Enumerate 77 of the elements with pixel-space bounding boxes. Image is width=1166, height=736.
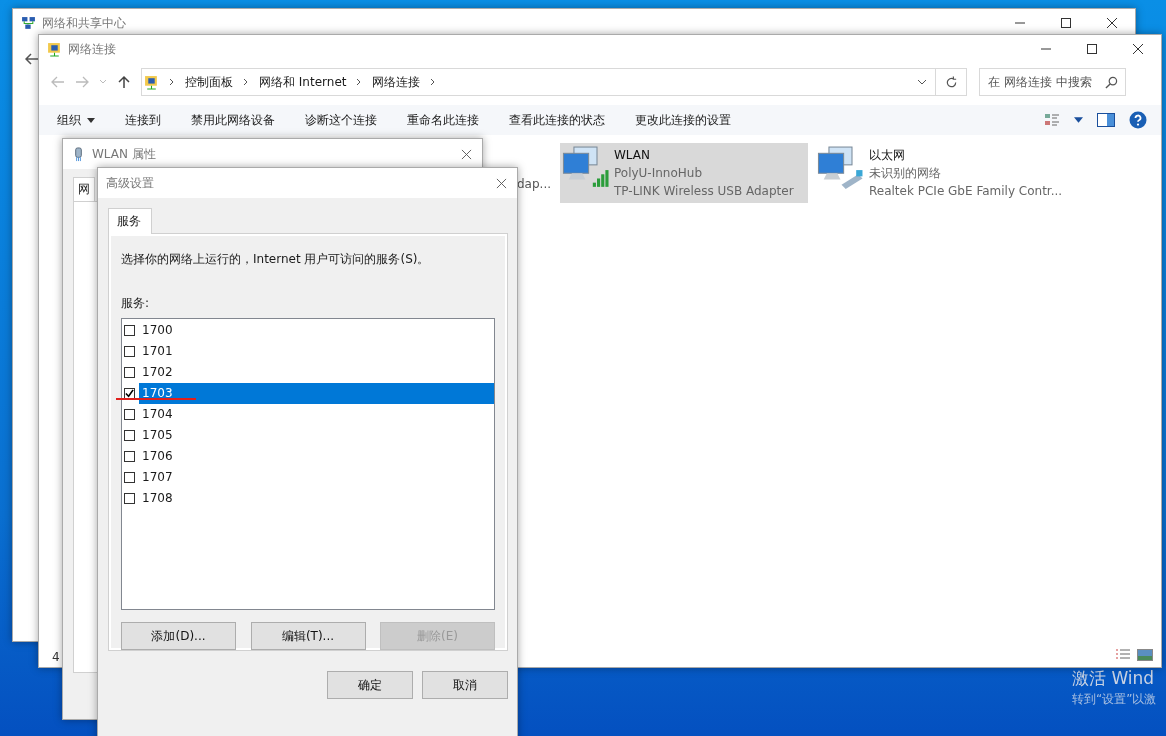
back-arrow-icon[interactable] bbox=[25, 53, 39, 65]
dialog-tab[interactable]: 网 bbox=[73, 177, 95, 202]
network-status: PolyU-InnoHub bbox=[614, 165, 704, 182]
activation-hint: 转到“设置”以激 bbox=[1072, 691, 1157, 708]
adapter-name: Realtek PCIe GbE Family Contr... bbox=[869, 183, 1063, 200]
connection-item[interactable]: 以太网 未识别的网络 Realtek PCIe GbE Family Contr... bbox=[815, 143, 1077, 203]
checkbox[interactable] bbox=[124, 367, 135, 378]
service-item[interactable]: 1703 bbox=[139, 383, 494, 404]
dialog-button[interactable]: 取消 bbox=[422, 671, 508, 699]
thumbnail-view-icon[interactable] bbox=[1137, 649, 1153, 661]
close-button[interactable] bbox=[461, 148, 472, 160]
toolbar-command[interactable]: 禁用此网络设备 bbox=[191, 111, 275, 129]
search-icon bbox=[1105, 76, 1118, 89]
checkbox[interactable] bbox=[124, 493, 135, 504]
checkbox[interactable] bbox=[124, 430, 135, 441]
checkbox[interactable] bbox=[124, 325, 135, 336]
checkbox[interactable] bbox=[124, 409, 135, 420]
chevron-icon bbox=[169, 78, 175, 86]
service-item[interactable]: 1702 bbox=[139, 362, 494, 383]
description-text: 选择你的网络上运行的，Internet 用户可访问的服务(S)。 bbox=[121, 251, 431, 268]
dialog-tab[interactable]: 服务 bbox=[108, 208, 152, 234]
wifi-adapter-icon bbox=[562, 146, 610, 190]
organize-menu[interactable]: 组织 bbox=[57, 111, 95, 129]
chevron-icon bbox=[243, 78, 249, 86]
service-item[interactable]: 1705 bbox=[139, 425, 494, 446]
checkbox[interactable] bbox=[124, 472, 135, 483]
network-folder-icon bbox=[144, 74, 159, 90]
connection-name: 以太网 bbox=[869, 147, 906, 164]
item-count: 4 bbox=[52, 650, 60, 664]
connection-name: WLAN bbox=[614, 147, 651, 164]
list-label: 服务: bbox=[121, 295, 151, 312]
network-folder-icon bbox=[47, 41, 62, 57]
service-item[interactable]: 1700 bbox=[139, 320, 494, 341]
address-bar[interactable]: 控制面板 网络和 Internet 网络连接 bbox=[141, 68, 936, 96]
dropdown-caret-icon[interactable] bbox=[1074, 117, 1083, 123]
chevron-icon bbox=[430, 78, 437, 86]
service-item[interactable]: 1701 bbox=[139, 341, 494, 362]
search-field[interactable]: 在 网络连接 中搜索 bbox=[979, 68, 1126, 96]
toolbar-command[interactable]: 连接到 bbox=[125, 111, 161, 129]
window-title: 网络和共享中心 bbox=[42, 14, 126, 32]
toolbar-command[interactable]: 重命名此连接 bbox=[407, 111, 479, 129]
up-arrow-icon[interactable] bbox=[117, 75, 131, 89]
checkbox[interactable] bbox=[124, 451, 135, 462]
checkbox[interactable] bbox=[124, 346, 135, 357]
dialog-button[interactable]: 添加(D)... bbox=[121, 622, 236, 650]
help-icon[interactable] bbox=[1129, 111, 1147, 129]
dialog-button[interactable]: 编辑(T)... bbox=[250, 622, 366, 650]
toolbar-command[interactable]: 查看此连接的状态 bbox=[509, 111, 605, 129]
ethernet-adapter-icon bbox=[817, 146, 865, 190]
dialog-title: 高级设置 bbox=[106, 174, 154, 192]
refresh-icon bbox=[944, 75, 958, 89]
toolbar-command[interactable]: 更改此连接的设置 bbox=[635, 111, 731, 129]
service-item[interactable]: 1704 bbox=[139, 404, 494, 425]
chevron-icon bbox=[356, 78, 363, 86]
activation-title: 激活 Wind bbox=[1072, 667, 1156, 690]
service-item[interactable]: 1706 bbox=[139, 446, 494, 467]
breadcrumb-item[interactable]: 网络连接 bbox=[372, 73, 421, 91]
caret-icon bbox=[87, 117, 95, 123]
service-item[interactable]: 1707 bbox=[139, 467, 494, 488]
service-item[interactable]: 1708 bbox=[139, 488, 494, 509]
connection-item[interactable]: WLAN PolyU-InnoHub TP-LINK Wireless USB Adapter bbox=[560, 143, 808, 203]
refresh-button[interactable] bbox=[935, 68, 967, 96]
preview-pane-icon[interactable] bbox=[1097, 113, 1115, 127]
dropdown-caret-icon[interactable] bbox=[917, 79, 927, 85]
adapter-name: TP-LINK Wireless USB Adapter bbox=[614, 183, 794, 200]
window-title: 网络连接 bbox=[68, 40, 116, 58]
checkbox[interactable] bbox=[124, 388, 135, 399]
view-options-icon[interactable] bbox=[1044, 112, 1060, 128]
toolbar-command[interactable]: 诊断这个连接 bbox=[305, 111, 377, 129]
dialog-title: WLAN 属性 bbox=[92, 145, 156, 163]
dialog-button[interactable]: 确定 bbox=[327, 671, 413, 699]
network-status: 未识别的网络 bbox=[869, 165, 942, 182]
close-button[interactable] bbox=[496, 177, 507, 189]
adapter-text: dap... bbox=[517, 177, 552, 191]
breadcrumb-item[interactable]: 网络和 Internet bbox=[259, 73, 347, 91]
breadcrumb-item[interactable]: 控制面板 bbox=[185, 73, 233, 91]
network-icon bbox=[21, 15, 36, 31]
